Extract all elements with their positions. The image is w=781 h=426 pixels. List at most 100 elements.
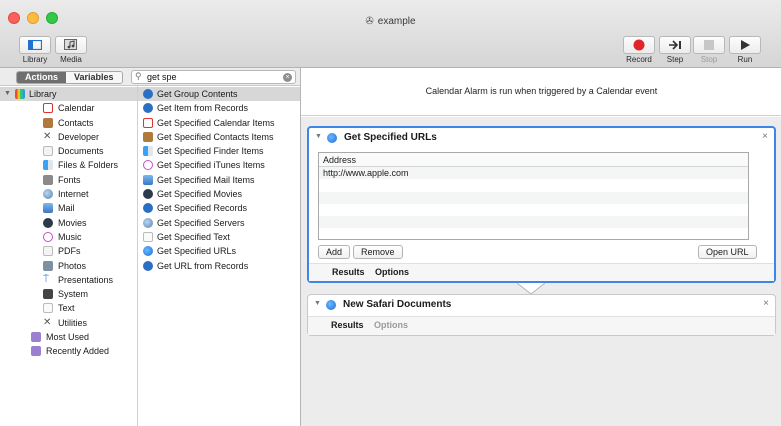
category-item[interactable]: Mail [0,201,137,215]
fonts-icon [43,174,53,185]
category-item[interactable]: ✕ Developer [0,130,137,144]
media-icon [64,39,77,50]
safari-icon [327,133,337,143]
action-list-item[interactable]: Get Specified Text [138,230,300,244]
stop-label: Stop [700,55,718,64]
text-icon [143,231,153,242]
clear-search-icon[interactable]: × [283,73,292,82]
category-item[interactable]: Music [0,230,137,244]
category-item[interactable]: Text [0,301,137,315]
search-field[interactable]: ⚲ get spe × [131,70,296,84]
action-list-item[interactable]: Get Specified Calendar Items [138,116,300,130]
presentations-icon: ⍑ [43,273,49,285]
disclosure-triangle-icon[interactable]: ▼ [4,87,11,101]
action-footer-tabs: Results Options [308,316,775,335]
action-list-item[interactable]: Get Specified iTunes Items [138,158,300,172]
action-list-item[interactable]: Get Specified Contacts Items [138,130,300,144]
play-icon [741,40,750,50]
category-item[interactable]: Files & Folders [0,158,137,172]
results-tab[interactable]: Results [331,320,364,330]
library-icon [15,89,25,99]
stop-button[interactable] [693,36,725,54]
table-row [319,204,748,216]
collapse-triangle-icon[interactable]: ▼ [315,133,322,140]
action-get-specified-urls[interactable]: ▼ Get Specified URLs × Address http://ww… [307,126,776,283]
action-list-item[interactable]: Get Specified Mail Items [138,173,300,187]
run-button[interactable] [729,36,761,54]
options-tab[interactable]: Options [374,320,408,330]
search-input[interactable]: get spe [147,72,177,82]
safari-icon [143,246,153,257]
window-title: ✇ example [365,16,416,27]
category-item[interactable]: Photos [0,259,137,273]
step-button[interactable] [659,36,691,54]
automator-action-icon [143,203,153,214]
action-list-item[interactable]: Get URL from Records [138,259,300,273]
calendar-icon [43,103,53,114]
automator-action-icon [143,103,153,114]
action-list-item[interactable]: Get Item from Records [138,101,300,115]
action-connector [517,282,545,295]
category-item[interactable]: ▼ Library [0,87,137,102]
movies-icon [143,189,153,200]
itunes-icon [143,160,153,171]
category-item[interactable]: Fonts [0,173,137,187]
url-table[interactable]: Address http://www.apple.com [318,152,749,240]
developer-icon: ✕ [43,130,52,142]
action-list-item[interactable]: Get Specified Servers [138,216,300,230]
action-new-safari-documents[interactable]: ▼ New Safari Documents × Results Options [307,294,776,336]
table-row[interactable]: http://www.apple.com [319,167,748,180]
folder-icon [31,332,41,343]
category-list: ▼ Library Calendar Contacts ✕ Developer D… [0,87,137,359]
mail-icon [43,203,53,214]
remove-action-icon[interactable]: × [763,298,769,309]
category-item[interactable]: Recently Added [0,344,137,358]
library-toggle-button[interactable] [19,36,51,54]
action-list-item[interactable]: Get Group Contents [138,87,300,102]
category-item[interactable]: ✕ Utilities [0,316,137,330]
action-list-item[interactable]: Get Specified Finder Items [138,144,300,158]
workflow-document-icon: ✇ [365,16,374,27]
collapse-triangle-icon[interactable]: ▼ [314,300,321,307]
actions-tab[interactable]: Actions [17,72,67,83]
category-item[interactable]: ⍑ Presentations [0,273,137,287]
record-icon [633,39,645,51]
library-panel: Actions Variables ⚲ get spe × ▼ Library … [0,68,300,426]
address-column-header[interactable]: Address [319,153,748,167]
open-url-button[interactable]: Open URL [698,245,757,259]
sidebar-icon [28,40,42,50]
library-label: Library [22,55,48,64]
remove-action-icon[interactable]: × [762,131,768,142]
record-button[interactable] [623,36,655,54]
contacts-icon [43,117,53,128]
category-item[interactable]: Calendar [0,101,137,115]
category-item[interactable]: Internet [0,187,137,201]
automator-action-icon [143,260,153,271]
folder-icon [31,346,41,357]
action-list: Get Group Contents Get Item from Records… [138,87,300,273]
results-tab[interactable]: Results [332,267,365,277]
category-item[interactable]: System [0,287,137,301]
remove-url-button[interactable]: Remove [353,245,403,259]
category-item[interactable]: PDFs [0,244,137,258]
add-url-button[interactable]: Add [318,245,351,259]
action-list-item[interactable]: Get Specified URLs [138,244,300,258]
action-footer-tabs: Results Options [309,263,774,281]
variables-tab[interactable]: Variables [66,72,122,83]
options-tab[interactable]: Options [375,267,409,277]
text-icon [43,303,53,314]
category-item[interactable]: Movies [0,216,137,230]
category-item[interactable]: Most Used [0,330,137,344]
action-list-item[interactable]: Get Specified Records [138,201,300,215]
pdf-icon [43,246,53,257]
category-item[interactable]: Contacts [0,116,137,130]
category-item[interactable]: Documents [0,144,137,158]
table-row [319,191,748,204]
media-button[interactable] [55,36,87,54]
workflow-canvas: ▼ Get Specified URLs × Address http://ww… [301,117,781,426]
title-bar: ✇ example Library Media Record Step Stop … [0,0,781,68]
media-label: Media [60,55,82,64]
table-row [319,216,748,229]
action-list-item[interactable]: Get Specified Movies [138,187,300,201]
safari-icon [326,300,336,310]
